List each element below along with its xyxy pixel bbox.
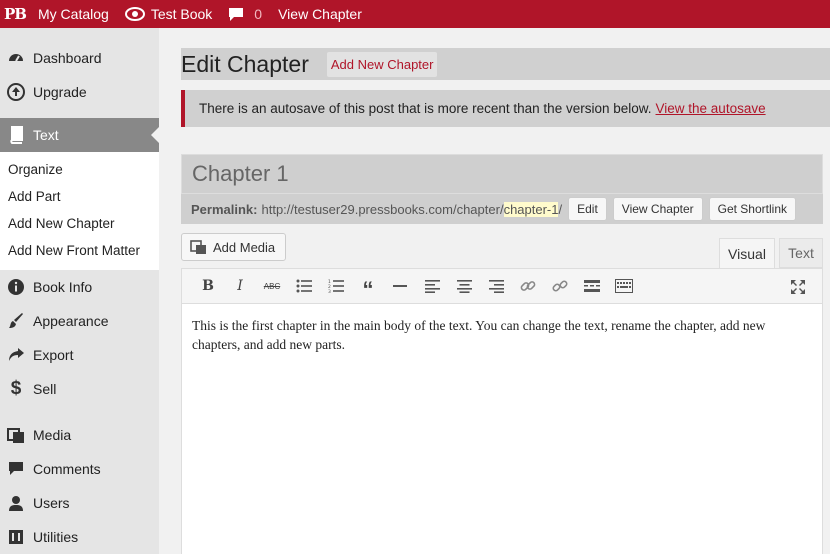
align-center-icon[interactable]: [448, 274, 480, 298]
horizontal-rule-icon[interactable]: [384, 274, 416, 298]
menu-text[interactable]: Text: [0, 118, 159, 152]
add-new-chapter-button[interactable]: Add New Chapter: [326, 51, 438, 77]
editor-content[interactable]: This is the first chapter in the main bo…: [182, 304, 822, 366]
media-icon: [6, 425, 26, 445]
user-icon: [6, 493, 26, 513]
menu-label: Users: [33, 495, 70, 511]
tab-text[interactable]: Text: [779, 238, 823, 268]
menu-dashboard[interactable]: Dashboard: [0, 41, 159, 75]
permalink-bar: Permalink: http://testuser29.pressbooks.…: [181, 194, 823, 224]
menu-appearance[interactable]: Appearance: [0, 304, 159, 338]
notice-text: There is an autosave of this post that i…: [199, 101, 652, 116]
menu-label: Comments: [33, 461, 101, 477]
toolbar-toggle-icon[interactable]: [608, 274, 640, 298]
bullet-list-icon[interactable]: [288, 274, 320, 298]
get-shortlink-button[interactable]: Get Shortlink: [708, 197, 796, 221]
tab-visual[interactable]: Visual: [719, 238, 775, 268]
view-chapter-label: View Chapter: [278, 6, 362, 22]
comments-link[interactable]: 0: [220, 0, 270, 28]
permalink-base: http://testuser29.pressbooks.com/chapter…: [261, 201, 504, 217]
submenu-organize[interactable]: Organize: [0, 156, 159, 183]
align-right-icon[interactable]: [480, 274, 512, 298]
post-title-value: Chapter 1: [192, 161, 289, 186]
comment-icon: [6, 459, 26, 479]
menu-label: Appearance: [33, 313, 109, 329]
menu-users[interactable]: Users: [0, 486, 159, 520]
menu-label: Dashboard: [33, 50, 102, 66]
admin-sidebar: Dashboard Upgrade Text Organize Add Part…: [0, 28, 159, 554]
menu-comments[interactable]: Comments: [0, 452, 159, 486]
menu-label: Export: [33, 347, 74, 363]
menu-label: Text: [33, 127, 59, 143]
menu-label: Upgrade: [33, 84, 87, 100]
menu-label: Book Info: [33, 279, 93, 295]
add-media-label: Add Media: [213, 239, 276, 255]
info-icon: [6, 277, 26, 297]
editor-toolbar: B I ABC 123 “: [182, 269, 822, 304]
menu-label: Sell: [33, 381, 57, 397]
book-link[interactable]: Test Book: [117, 0, 220, 28]
post-editor: B I ABC 123 “ This is the first chapter …: [181, 268, 823, 554]
menu-upgrade[interactable]: Upgrade: [0, 75, 159, 109]
numbered-list-icon[interactable]: 123: [320, 274, 352, 298]
comment-count: 0: [254, 6, 263, 22]
view-chapter-link[interactable]: View Chapter: [270, 0, 370, 28]
submenu-add-new-chapter[interactable]: Add New Chapter: [0, 210, 159, 237]
dashboard-icon: [6, 48, 26, 68]
align-left-icon[interactable]: [416, 274, 448, 298]
my-catalog-link[interactable]: My Catalog: [30, 0, 117, 28]
media-icon: [190, 239, 206, 254]
post-title-input[interactable]: Chapter 1: [181, 154, 823, 194]
page-title: Edit Chapter: [181, 50, 309, 77]
permalink-slug[interactable]: chapter-1: [503, 201, 559, 217]
link-icon[interactable]: [512, 274, 544, 298]
autosave-notice: There is an autosave of this post that i…: [181, 90, 830, 127]
eye-icon: [124, 7, 145, 21]
svg-text:3: 3: [328, 289, 331, 293]
fullscreen-icon[interactable]: [782, 275, 814, 299]
add-media-button[interactable]: Add Media: [181, 233, 287, 261]
permalink-label: Permalink:: [191, 201, 258, 217]
italic-icon[interactable]: I: [224, 274, 256, 298]
view-chapter-button[interactable]: View Chapter: [612, 197, 703, 221]
share-icon: [6, 345, 26, 365]
my-catalog-label: My Catalog: [38, 6, 109, 22]
view-autosave-link[interactable]: View the autosave: [656, 101, 766, 116]
menu-label: Utilities: [33, 529, 79, 545]
menu-media[interactable]: Media: [0, 418, 159, 452]
admin-bar: PB My Catalog Test Book 0 View Chapter: [0, 0, 830, 28]
permalink-end: /: [558, 201, 563, 217]
strikethrough-icon[interactable]: ABC: [256, 274, 288, 298]
menu-export[interactable]: Export: [0, 338, 159, 372]
text-submenu: Organize Add Part Add New Chapter Add Ne…: [0, 152, 159, 270]
dollar-icon: $: [10, 378, 22, 399]
permalink-edit-button[interactable]: Edit: [568, 197, 607, 221]
menu-utilities[interactable]: Utilities: [0, 520, 159, 554]
title-row: Edit Chapter Add New Chapter: [181, 48, 830, 80]
menu-book-info[interactable]: Book Info: [0, 270, 159, 304]
menu-sell[interactable]: $ Sell: [0, 372, 159, 406]
tools-icon: [6, 527, 26, 547]
upgrade-icon: [6, 82, 26, 102]
unlink-icon[interactable]: [544, 274, 576, 298]
submenu-add-part[interactable]: Add Part: [0, 183, 159, 210]
menu-label: Media: [33, 427, 72, 443]
bold-icon[interactable]: B: [192, 274, 224, 298]
read-more-icon[interactable]: [576, 274, 608, 298]
book-label: Test Book: [150, 6, 213, 22]
blockquote-icon[interactable]: “: [352, 274, 384, 302]
submenu-add-new-front-matter[interactable]: Add New Front Matter: [0, 237, 159, 264]
comment-icon: [229, 7, 244, 21]
brush-icon: [6, 311, 26, 331]
pressbooks-logo[interactable]: PB: [0, 0, 30, 28]
book-icon: [6, 125, 26, 145]
